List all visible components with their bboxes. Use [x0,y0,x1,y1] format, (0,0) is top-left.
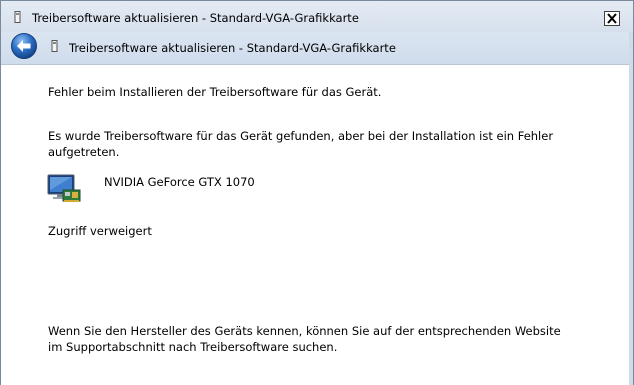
display-adapter-icon [47,172,81,204]
wizard-content: Fehler beim Installieren der Treibersoft… [1,65,633,385]
window-title: Treibersoftware aktualisieren - Standard… [32,11,359,25]
back-arrow-icon [11,33,37,59]
error-description: Es wurde Treibersoftware für das Gerät g… [48,129,554,159]
device-name: NVIDIA GeForce GTX 1070 [104,175,255,189]
update-driver-window: Treibersoftware aktualisieren - Standard… [0,0,634,385]
help-text: Wenn Sie den Hersteller des Geräts kenne… [48,324,561,354]
wizard-title: Treibersoftware aktualisieren - Standard… [69,41,396,55]
close-button[interactable] [604,11,620,26]
error-message: Zugriff verweigert [48,224,152,238]
title-bar: Treibersoftware aktualisieren - Standard… [1,1,633,32]
device-manager-icon [14,11,21,23]
device-manager-icon [51,40,58,52]
back-button[interactable] [10,32,38,60]
close-icon [607,13,617,24]
error-heading: Fehler beim Installieren der Treibersoft… [48,85,382,99]
navigation-bar: Treibersoftware aktualisieren - Standard… [1,32,633,65]
window-edge [629,32,633,385]
